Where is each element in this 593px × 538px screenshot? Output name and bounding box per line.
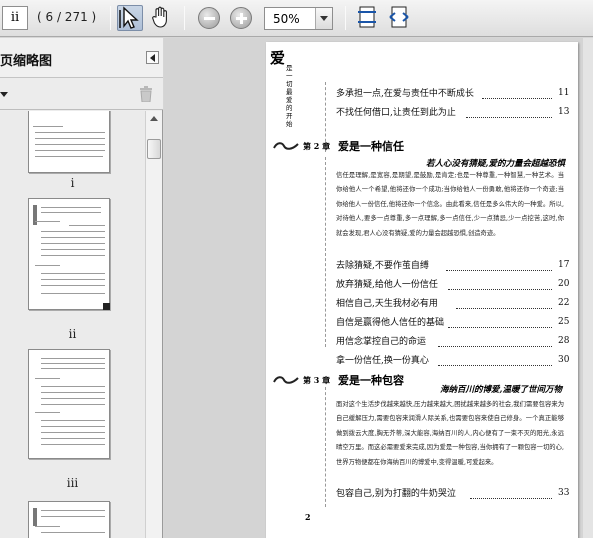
page-number-input[interactable]: ii [2,6,28,30]
chevron-down-icon[interactable] [315,8,332,29]
toc-entry-title: 多承担一点,在爱与责任中不断成长 [336,89,474,99]
panel-header: 页缩略图 [0,38,163,78]
toolbar: ii ( 6 / 271 ) 50% [0,0,593,37]
current-page-marker [103,303,110,310]
toc-dots [482,98,552,99]
toc-entry-page: 20 [558,279,570,289]
toc-entry-title: 放弃猜疑,给他人一份信任 [336,280,438,290]
toc-entry-page: 17 [558,260,570,270]
chapter-3-number: 第 3 章 [303,375,331,385]
swirl-ornament-icon [273,376,299,384]
thumbnail-list: i ii iii [0,111,145,538]
thumbnail-label: iii [66,476,79,490]
page-count-label: ( 6 / 271 ) [37,10,97,24]
chapter-3-subtitle: 海纳百川的博爱,温暖了世间万物 [440,385,562,395]
toc-entry-page: 33 [558,488,570,498]
toc-entry-title: 用信念掌控自己的命运 [336,337,427,347]
swirl-ornament-icon [273,142,299,150]
chapter-2-paragraph: 信任是理解,是宽容,是期望,是鼓励,是肯定;也是一种尊重,一种智慧,一种艺术。当… [336,172,564,237]
toc-dots [448,327,552,328]
page-thumbnail[interactable] [28,111,110,173]
thumbnail-panel: 页缩略图 i ii iii [0,38,163,538]
toc-dots [448,289,552,290]
document-scrollbar[interactable] [583,38,593,538]
document-view[interactable]: 爱 是一切最爱的开始 多承担一点,在爱与责任中不断成长 11 不找任何借口,让责… [164,38,593,538]
scroll-up-icon[interactable] [146,111,162,127]
panel-title: 页缩略图 [0,54,53,69]
divider-line [325,157,326,347]
toc-entry-title: 包容自己,别为打翻的牛奶哭泣 [336,489,456,499]
fit-page-button[interactable] [355,5,381,31]
trash-icon[interactable] [139,86,153,102]
toc-entry-title: 去除猜疑,不要作茧自缚 [336,261,429,271]
zoom-select[interactable]: 50% [264,7,333,30]
document-page: 爱 是一切最爱的开始 多承担一点,在爱与责任中不断成长 11 不找任何借口,让责… [266,42,578,538]
hand-tool-button[interactable] [149,5,175,31]
thumbnail-label: ii [68,327,77,341]
page-number: 2 [305,512,311,522]
toc-dots [470,498,552,499]
toc-dots [446,270,552,271]
side-title-vertical: 是一切最爱的开始 [286,64,293,128]
page-thumbnail[interactable] [28,198,110,310]
options-menu-icon[interactable] [0,92,8,97]
panel-toolbar [0,78,163,110]
thumbnail-label: i [70,176,75,190]
side-title-big: 爱 [270,49,286,67]
toc-entry-page: 25 [558,317,570,327]
fit-width-icon [389,6,409,28]
chapter-2-number: 第 2 章 [303,141,331,151]
toc-entry-title: 自信是赢得他人信任的基础 [336,318,445,328]
zoom-value: 50% [273,12,300,26]
toc-entry-title: 不找任何借口,让责任到此为止 [336,108,456,118]
toc-dots [438,346,552,347]
hand-icon [152,6,167,28]
scrollbar-thumb[interactable] [147,139,161,159]
toolbar-separator [345,6,346,30]
toc-entry-title: 相信自己,天生我材必有用 [336,299,438,309]
divider-line [325,387,326,507]
chapter-2-title: 爱是一种信任 [338,140,404,153]
page-thumbnail[interactable] [28,501,110,538]
toc-dots [456,308,552,309]
toc-entry-page: 13 [558,107,570,117]
toc-dots [466,117,552,118]
collapse-panel-button[interactable] [146,51,159,64]
toolbar-separator [110,6,111,30]
chapter-3-title: 爱是一种包容 [338,374,404,387]
toc-entry-page: 22 [558,298,570,308]
toc-dots [438,365,552,366]
zoom-in-button[interactable] [230,7,252,29]
toc-entry-page: 11 [558,88,570,98]
fit-page-icon [358,6,376,28]
fit-width-button[interactable] [387,5,413,31]
page-thumbnail[interactable] [28,349,110,459]
chapter-3-paragraph: 面对这个生活步伐越来越快,压力越来越大,困扰越来越多的社会,我们需要包容来为自己… [336,401,564,466]
select-arrow-icon [119,6,139,29]
toc-entry-page: 30 [558,355,570,365]
select-tool-button[interactable] [117,5,143,31]
toc-entry-title: 拿一份信任,换一份真心 [336,356,429,366]
toc-entry-page: 28 [558,336,570,346]
toolbar-separator [184,6,185,30]
zoom-out-button[interactable] [198,7,220,29]
chapter-2-subtitle: 若人心没有猜疑,爱的力量会超越恐惧 [426,159,565,169]
thumbnail-scrollbar[interactable] [145,111,162,538]
